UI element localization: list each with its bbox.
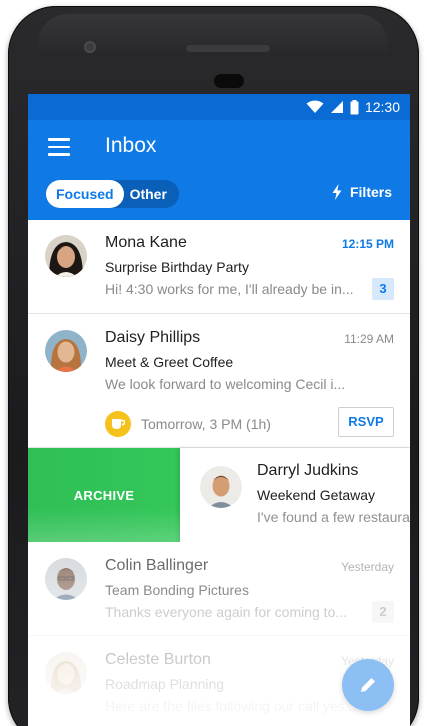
message-preview: Hi! 4:30 works for me, I'll already be i… (105, 281, 354, 297)
sender-name: Daisy Phillips (105, 329, 201, 346)
message-row[interactable]: Colin Ballinger Yesterday Team Bonding P… (28, 542, 410, 636)
avatar-darryl-judkins (200, 466, 242, 508)
sender-name: Celeste Burton (105, 651, 211, 668)
message-time: 12:15 PM (341, 237, 394, 251)
thread-count-badge: 2 (372, 601, 394, 623)
message-row[interactable]: Mona Kane 12:15 PM Surprise Birthday Par… (28, 220, 410, 314)
event-time-text: Tomorrow, 3 PM (1h) (141, 416, 271, 432)
sender-name: Mona Kane (105, 234, 187, 251)
status-time: 12:30 (364, 99, 400, 115)
app-bar: Inbox Focused Other Filters (28, 120, 410, 220)
message-preview: We look forward to welcoming Cecil i... (105, 376, 346, 392)
message-preview: I've found a few restaurants (257, 509, 410, 525)
message-row[interactable]: Daisy Phillips 11:29 AM Meet & Greet Cof… (28, 314, 410, 448)
event-chip[interactable]: Tomorrow, 3 PM (1h) (105, 411, 271, 437)
message-subject: Roadmap Planning (105, 676, 225, 692)
inbox-tab-switcher: Focused Other (46, 180, 179, 208)
battery-icon (350, 99, 359, 114)
phone-screen: 12:30 Inbox Focused Other Filters Mona K… (28, 94, 410, 726)
sender-name: Colin Ballinger (105, 557, 209, 574)
message-subject: Surprise Birthday Party (105, 259, 249, 275)
message-subject: Meet & Greet Coffee (105, 354, 234, 370)
avatar-mona-kane (45, 235, 87, 277)
message-subject: Weekend Getaway (257, 487, 376, 503)
avatar-celeste-burton (45, 652, 87, 694)
swiped-message-card[interactable]: Darryl Judkins Weekend Getaway I've foun… (180, 448, 410, 542)
filters-button[interactable]: Filters (332, 184, 392, 200)
rsvp-button[interactable]: RSVP (338, 407, 394, 437)
sender-name: Darryl Judkins (257, 462, 359, 479)
message-time: Yesterday (341, 560, 394, 574)
thread-count-badge: 3 (372, 278, 394, 300)
page-title: Inbox (105, 134, 157, 157)
filters-label: Filters (349, 184, 392, 200)
message-subject: Team Bonding Pictures (105, 582, 249, 598)
tab-focused[interactable]: Focused (46, 180, 124, 208)
wifi-icon (306, 100, 324, 113)
pencil-icon (361, 678, 375, 692)
message-row-swiped[interactable]: ARCHIVE Darryl Judkins Weekend Getaway I… (28, 448, 410, 542)
tab-other[interactable]: Other (124, 180, 177, 208)
status-bar: 12:30 (28, 94, 410, 120)
message-list: Mona Kane 12:15 PM Surprise Birthday Par… (28, 220, 410, 726)
proximity-sensor (214, 74, 244, 88)
avatar-colin-ballinger (45, 558, 87, 600)
message-preview: Thanks everyone again for coming to... (105, 604, 348, 620)
avatar-daisy-phillips (45, 330, 87, 372)
message-time: 11:29 AM (344, 332, 394, 346)
compose-button[interactable] (342, 659, 394, 711)
hamburger-menu-icon[interactable] (48, 138, 70, 156)
coffee-cup-icon (105, 411, 131, 437)
archive-swipe-action[interactable]: ARCHIVE (28, 448, 180, 542)
cell-signal-icon (330, 101, 343, 113)
lightning-bolt-icon (332, 184, 342, 200)
front-camera (84, 41, 96, 53)
earpiece-speaker (186, 45, 270, 52)
